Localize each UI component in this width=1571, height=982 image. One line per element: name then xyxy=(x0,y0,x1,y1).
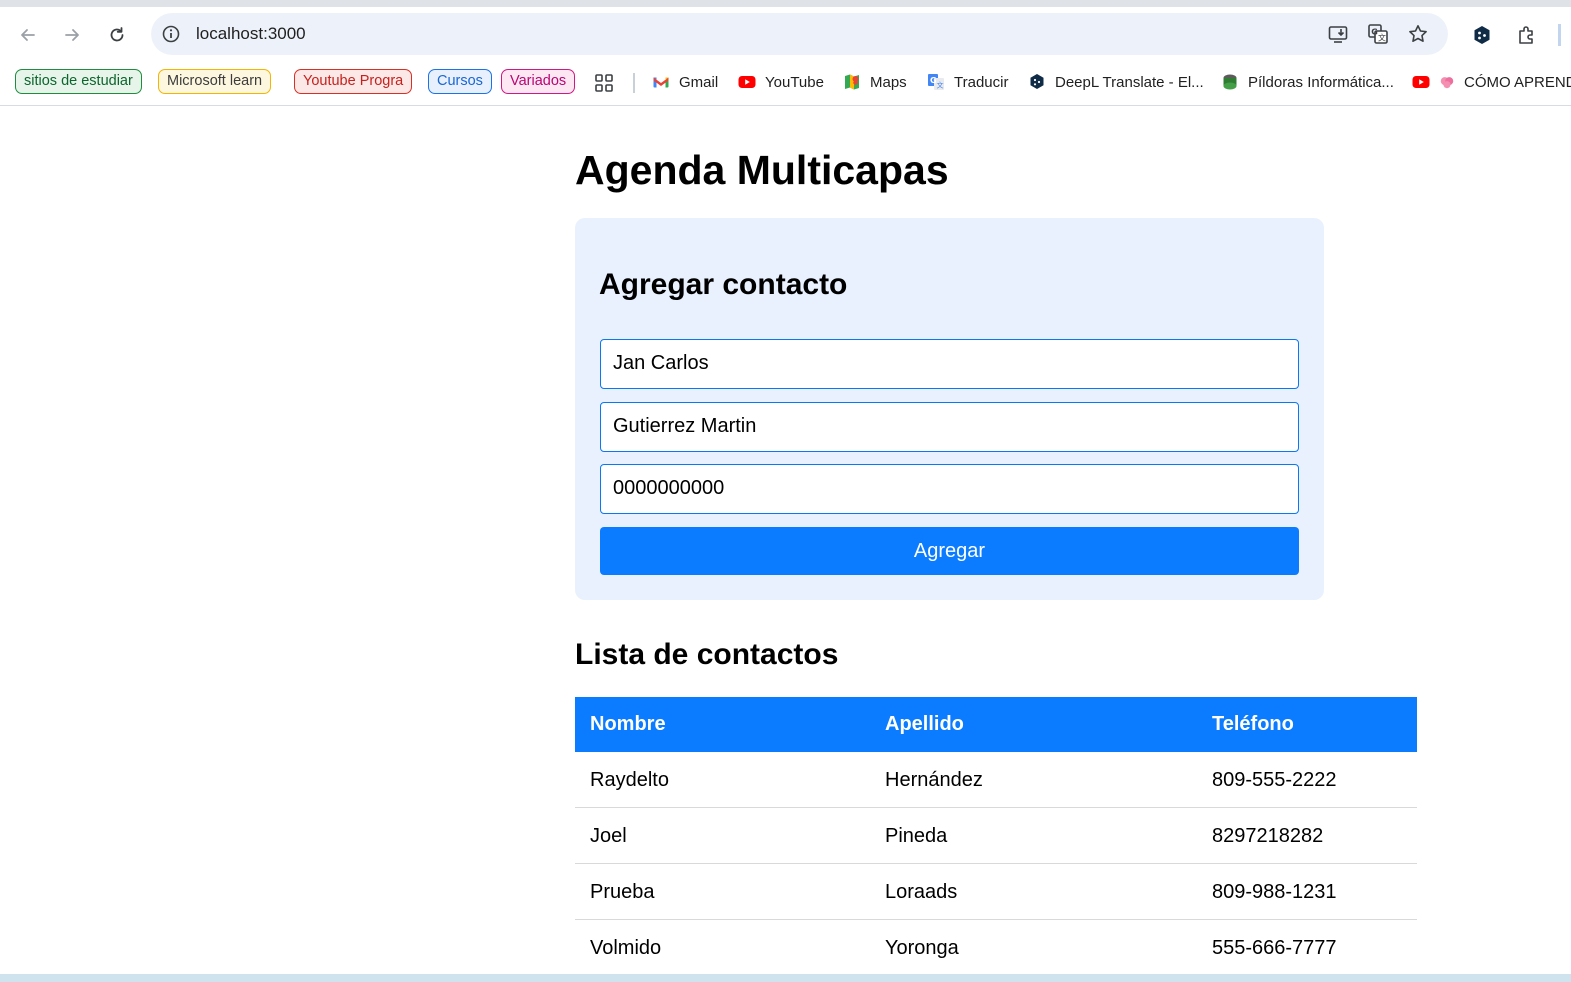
cell-nombre: Raydelto xyxy=(590,769,669,791)
bookmark-youtube[interactable]: YouTube xyxy=(738,70,824,94)
bookmark-label: YouTube xyxy=(765,73,824,91)
bookmark-folder-cursos[interactable]: Cursos xyxy=(428,69,492,94)
forward-button[interactable] xyxy=(58,21,86,49)
nombre-input[interactable]: Jan Carlos xyxy=(600,339,1299,389)
extensions-puzzle-icon[interactable] xyxy=(1516,24,1538,46)
translate-page-icon[interactable]: G文 xyxy=(1367,23,1389,45)
cell-apellido: Yoronga xyxy=(885,937,959,959)
address-bar[interactable]: localhost:3000 G文 xyxy=(151,13,1448,55)
apps-grid-icon[interactable] xyxy=(594,73,614,93)
telefono-input[interactable]: 0000000000 xyxy=(600,464,1299,514)
column-header-nombre: Nombre xyxy=(590,713,666,735)
brain-icon xyxy=(1440,77,1454,89)
contacts-table: Nombre Apellido Teléfono Raydelto Hernán… xyxy=(575,697,1417,976)
bookmark-folder-youtube-progra[interactable]: Youtube Progra xyxy=(294,69,413,94)
bookmark-deepl[interactable]: DeepL Translate - El... xyxy=(1028,70,1204,94)
cell-nombre: Prueba xyxy=(590,881,655,903)
profile-edge xyxy=(1558,24,1561,46)
bookmark-label: Píldoras Informática... xyxy=(1248,73,1394,91)
url-text[interactable]: localhost:3000 xyxy=(196,24,306,44)
youtube-icon xyxy=(738,76,756,88)
table-row: Joel Pineda 8297218282 xyxy=(575,808,1417,864)
table-row: Volmido Yoronga 555-666-7777 xyxy=(575,920,1417,976)
column-header-telefono: Teléfono xyxy=(1212,713,1294,735)
svg-text:文: 文 xyxy=(937,81,944,90)
bookmark-folder-microsoft[interactable]: Microsoft learn xyxy=(158,69,272,94)
bookmark-pildoras[interactable]: Píldoras Informática... xyxy=(1221,70,1394,94)
page-title: Agenda Multicapas xyxy=(575,147,949,193)
list-heading: Lista de contactos xyxy=(575,638,839,671)
reload-icon xyxy=(110,27,124,42)
cell-apellido: Hernández xyxy=(885,769,983,791)
add-contact-form: Agregar contacto Jan Carlos Gutierrez Ma… xyxy=(575,218,1324,600)
back-button[interactable] xyxy=(14,21,42,49)
site-info-icon[interactable] xyxy=(161,24,181,44)
youtube-icon xyxy=(1412,76,1430,88)
form-heading: Agregar contacto xyxy=(599,268,848,301)
window-top-strip xyxy=(0,0,1571,7)
browser-toolbar: localhost:3000 G文 xyxy=(0,7,1571,63)
svg-text:G: G xyxy=(1371,28,1378,37)
install-app-icon[interactable] xyxy=(1327,23,1349,45)
bookmark-label: Maps xyxy=(870,73,907,91)
arrow-right-icon xyxy=(65,29,79,41)
svg-text:文: 文 xyxy=(1378,33,1386,43)
gmail-icon xyxy=(653,77,669,88)
bookmarks-separator xyxy=(633,73,635,93)
table-header: Nombre Apellido Teléfono xyxy=(575,697,1417,752)
bookmark-label: CÓMO APREND xyxy=(1464,73,1571,91)
bookmark-maps[interactable]: Maps xyxy=(843,70,907,94)
reload-button[interactable] xyxy=(103,21,131,49)
bookmark-label: DeepL Translate - El... xyxy=(1055,73,1204,91)
translate-icon: G文 xyxy=(928,74,944,90)
apellido-input[interactable]: Gutierrez Martin xyxy=(600,402,1299,452)
deepl-extension-icon[interactable] xyxy=(1471,24,1493,46)
deepl-icon xyxy=(1030,74,1044,89)
cell-apellido: Pineda xyxy=(885,825,948,847)
window-bottom-strip xyxy=(0,974,1571,982)
table-row: Prueba Loraads 809-988-1231 xyxy=(575,864,1417,920)
bookmark-como-aprender[interactable]: CÓMO APREND xyxy=(1412,70,1571,94)
cell-apellido: Loraads xyxy=(885,881,958,903)
maps-icon xyxy=(845,74,859,90)
cell-telefono: 8297218282 xyxy=(1212,825,1324,847)
page-content: Agenda Multicapas Agregar contacto Jan C… xyxy=(0,107,1571,982)
bookmark-folder-variados[interactable]: Variados xyxy=(501,69,576,94)
pildoras-icon xyxy=(1223,74,1237,90)
table-row: Raydelto Hernández 809-555-2222 xyxy=(575,752,1417,808)
bookmark-traducir[interactable]: G文 Traducir xyxy=(927,70,1008,94)
bookmark-star-icon[interactable] xyxy=(1407,23,1429,45)
bookmark-label: Traducir xyxy=(954,73,1009,91)
bookmarks-bar: sitios de estudiar Microsoft learn Youtu… xyxy=(0,63,1571,106)
bookmark-label: Gmail xyxy=(679,73,719,91)
cell-nombre: Joel xyxy=(590,825,627,847)
column-header-apellido: Apellido xyxy=(885,713,964,735)
cell-telefono: 809-988-1231 xyxy=(1212,881,1337,903)
cell-telefono: 809-555-2222 xyxy=(1212,769,1337,791)
cell-telefono: 555-666-7777 xyxy=(1212,937,1337,959)
agregar-button[interactable]: Agregar xyxy=(600,527,1299,575)
bookmark-folder-sitios[interactable]: sitios de estudiar xyxy=(15,69,142,94)
bookmark-gmail[interactable]: Gmail xyxy=(652,70,718,94)
arrow-left-icon xyxy=(21,29,35,41)
cell-nombre: Volmido xyxy=(590,937,662,959)
